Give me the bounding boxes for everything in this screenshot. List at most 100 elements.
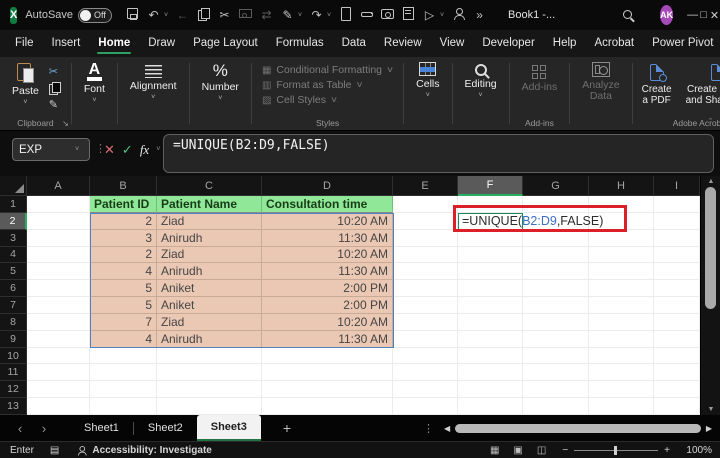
- cell-C3[interactable]: Anirudh: [157, 230, 262, 247]
- row-header-1[interactable]: 1: [0, 196, 27, 213]
- cell-I2[interactable]: [654, 213, 700, 230]
- cell-A9[interactable]: [27, 331, 90, 348]
- alignment-button[interactable]: Alignment ˅: [125, 62, 182, 101]
- cell-C5[interactable]: Anirudh: [157, 263, 262, 280]
- cell-B9[interactable]: 4: [90, 331, 157, 348]
- vertical-scroll-thumb[interactable]: [705, 187, 716, 309]
- cell-B13[interactable]: [90, 398, 157, 415]
- toolbar-overflow-button[interactable]: »: [469, 8, 490, 22]
- row-header-5[interactable]: 5: [0, 263, 27, 280]
- cell-E6[interactable]: [393, 280, 458, 297]
- accessibility-status[interactable]: Accessibility: Investigate: [92, 445, 212, 456]
- page-layout-view-icon[interactable]: ▣: [513, 445, 522, 456]
- zoom-slider[interactable]: [574, 450, 658, 451]
- cell-I12[interactable]: [654, 381, 700, 398]
- cell-B3[interactable]: 3: [90, 230, 157, 247]
- cell-H7[interactable]: [589, 297, 654, 314]
- cell-H6[interactable]: [589, 280, 654, 297]
- cell-F12[interactable]: [458, 381, 523, 398]
- scroll-left-icon[interactable]: ◀: [444, 424, 450, 433]
- cell-A10[interactable]: [27, 348, 90, 365]
- copy-button[interactable]: [193, 7, 214, 23]
- cell-G6[interactable]: [523, 280, 589, 297]
- cell-A5[interactable]: [27, 263, 90, 280]
- paste-dropdown-icon[interactable]: ˅: [23, 99, 27, 106]
- insert-function-icon[interactable]: fx: [140, 142, 149, 158]
- cell-F11[interactable]: [458, 364, 523, 381]
- cell-E8[interactable]: [393, 314, 458, 331]
- cell-G4[interactable]: [523, 247, 589, 264]
- cell-C8[interactable]: Ziad: [157, 314, 262, 331]
- cell-B1[interactable]: Patient ID: [90, 196, 157, 213]
- cell-C6[interactable]: Aniket: [157, 280, 262, 297]
- tab-page-layout[interactable]: Page Layout: [184, 32, 267, 55]
- ribbon-collapse-icon[interactable]: ˆ: [709, 117, 712, 127]
- cell-D7[interactable]: 2:00 PM: [262, 297, 393, 314]
- row-header-9[interactable]: 9: [0, 331, 27, 348]
- cell-F5[interactable]: [458, 263, 523, 280]
- row-header-2[interactable]: 2: [0, 213, 27, 230]
- column-header-a[interactable]: A: [27, 176, 90, 196]
- cell-G13[interactable]: [523, 398, 589, 415]
- cell-D2[interactable]: 10:20 AM: [262, 213, 393, 230]
- cell-I6[interactable]: [654, 280, 700, 297]
- row-header-10[interactable]: 10: [0, 348, 27, 365]
- create-pdf-share-button[interactable]: Create a PDF and Share link: [681, 62, 720, 108]
- cell-A12[interactable]: [27, 381, 90, 398]
- cell-F13[interactable]: [458, 398, 523, 415]
- cell-F1[interactable]: [458, 196, 523, 213]
- cell-B12[interactable]: [90, 381, 157, 398]
- scrollbar-resize-handle[interactable]: ⋮: [423, 422, 434, 435]
- format-painter-dropdown-icon[interactable]: ˅: [298, 12, 306, 19]
- cell-C1[interactable]: Patient Name: [157, 196, 262, 213]
- add-sheet-button[interactable]: +: [283, 420, 291, 436]
- cell-G7[interactable]: [523, 297, 589, 314]
- format-painter-button[interactable]: ✎: [277, 8, 298, 22]
- cell-C2[interactable]: Ziad: [157, 213, 262, 230]
- cell-G8[interactable]: [523, 314, 589, 331]
- cell-D11[interactable]: [262, 364, 393, 381]
- cell-B6[interactable]: 5: [90, 280, 157, 297]
- row-header-13[interactable]: 13: [0, 398, 27, 415]
- cell-C11[interactable]: [157, 364, 262, 381]
- cell-A7[interactable]: [27, 297, 90, 314]
- cell-C12[interactable]: [157, 381, 262, 398]
- column-header-d[interactable]: D: [262, 176, 393, 196]
- cell-H11[interactable]: [589, 364, 654, 381]
- scroll-right-icon[interactable]: ▶: [706, 424, 712, 433]
- cell-G3[interactable]: [523, 230, 589, 247]
- save-button[interactable]: [122, 7, 143, 23]
- alignment-dropdown-icon[interactable]: ˅: [151, 94, 155, 101]
- undo-button[interactable]: ↶: [143, 8, 164, 22]
- cell-I1[interactable]: [654, 196, 700, 213]
- cut-button[interactable]: ✂: [214, 8, 235, 22]
- sheet-tab-sheet1[interactable]: Sheet1: [70, 415, 133, 441]
- sheet-nav-left-icon[interactable]: ‹: [8, 421, 32, 436]
- number-button[interactable]: % Number ˅: [197, 62, 244, 102]
- scroll-down-icon[interactable]: ▼: [701, 406, 720, 413]
- cell-G10[interactable]: [523, 348, 589, 365]
- cell-I13[interactable]: [654, 398, 700, 415]
- cell-B11[interactable]: [90, 364, 157, 381]
- cell-G1[interactable]: [523, 196, 589, 213]
- cell-H5[interactable]: [589, 263, 654, 280]
- column-header-c[interactable]: C: [157, 176, 262, 196]
- column-header-f[interactable]: F: [458, 176, 523, 196]
- pin-button[interactable]: [356, 7, 377, 23]
- horizontal-scroll-thumb[interactable]: [455, 424, 701, 433]
- select-all-button[interactable]: [0, 176, 27, 196]
- copy-icon[interactable]: [48, 81, 59, 95]
- tab-view[interactable]: View: [431, 32, 474, 55]
- cell-F7[interactable]: [458, 297, 523, 314]
- cell-F6[interactable]: [458, 280, 523, 297]
- cell-I5[interactable]: [654, 263, 700, 280]
- font-button[interactable]: A Font ˅: [79, 62, 110, 104]
- redo-button[interactable]: ↷: [306, 8, 327, 22]
- cell-D1[interactable]: Consultation time: [262, 196, 393, 213]
- number-dropdown-icon[interactable]: ˅: [218, 95, 222, 102]
- cell-B4[interactable]: 2: [90, 247, 157, 264]
- cell-C4[interactable]: Ziad: [157, 247, 262, 264]
- cell-I9[interactable]: [654, 331, 700, 348]
- zoom-in-icon[interactable]: +: [664, 445, 670, 456]
- close-button[interactable]: ✕: [709, 1, 720, 29]
